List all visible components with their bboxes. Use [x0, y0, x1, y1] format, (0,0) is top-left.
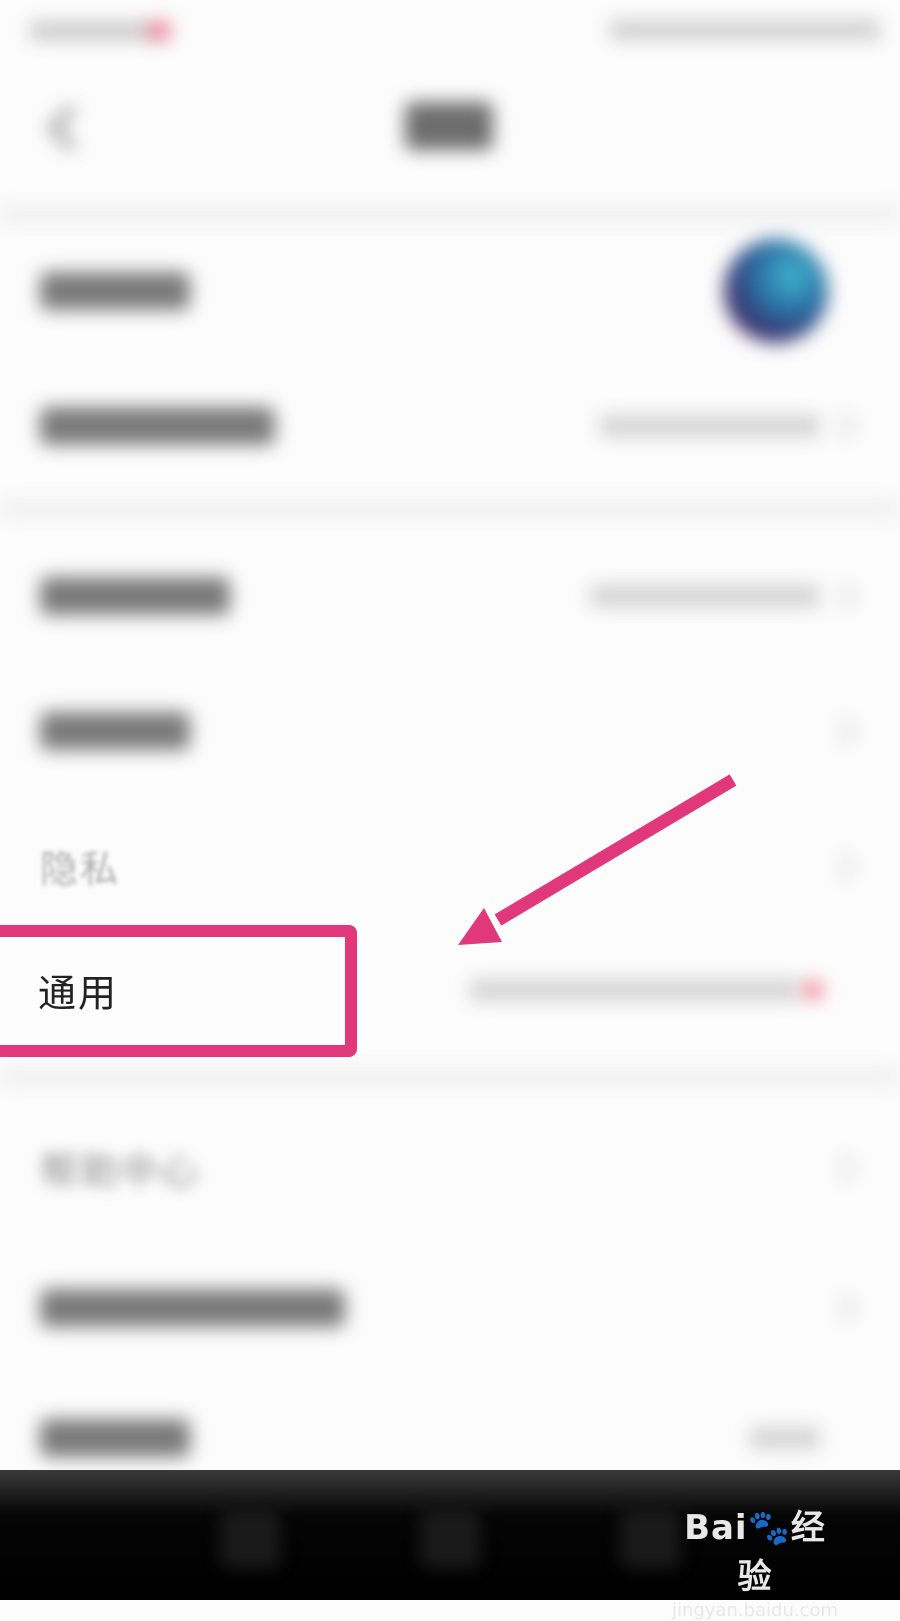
- pointer-arrow-icon: [458, 774, 737, 945]
- nav-home-icon[interactable]: [420, 1508, 480, 1568]
- nav-back-icon[interactable]: [220, 1508, 280, 1568]
- watermark: Bai🐾经验 jingyan.baidu.com: [670, 1500, 840, 1621]
- watermark-url: jingyan.baidu.com: [671, 1600, 839, 1621]
- watermark-logo: Bai🐾经验: [684, 1508, 826, 1597]
